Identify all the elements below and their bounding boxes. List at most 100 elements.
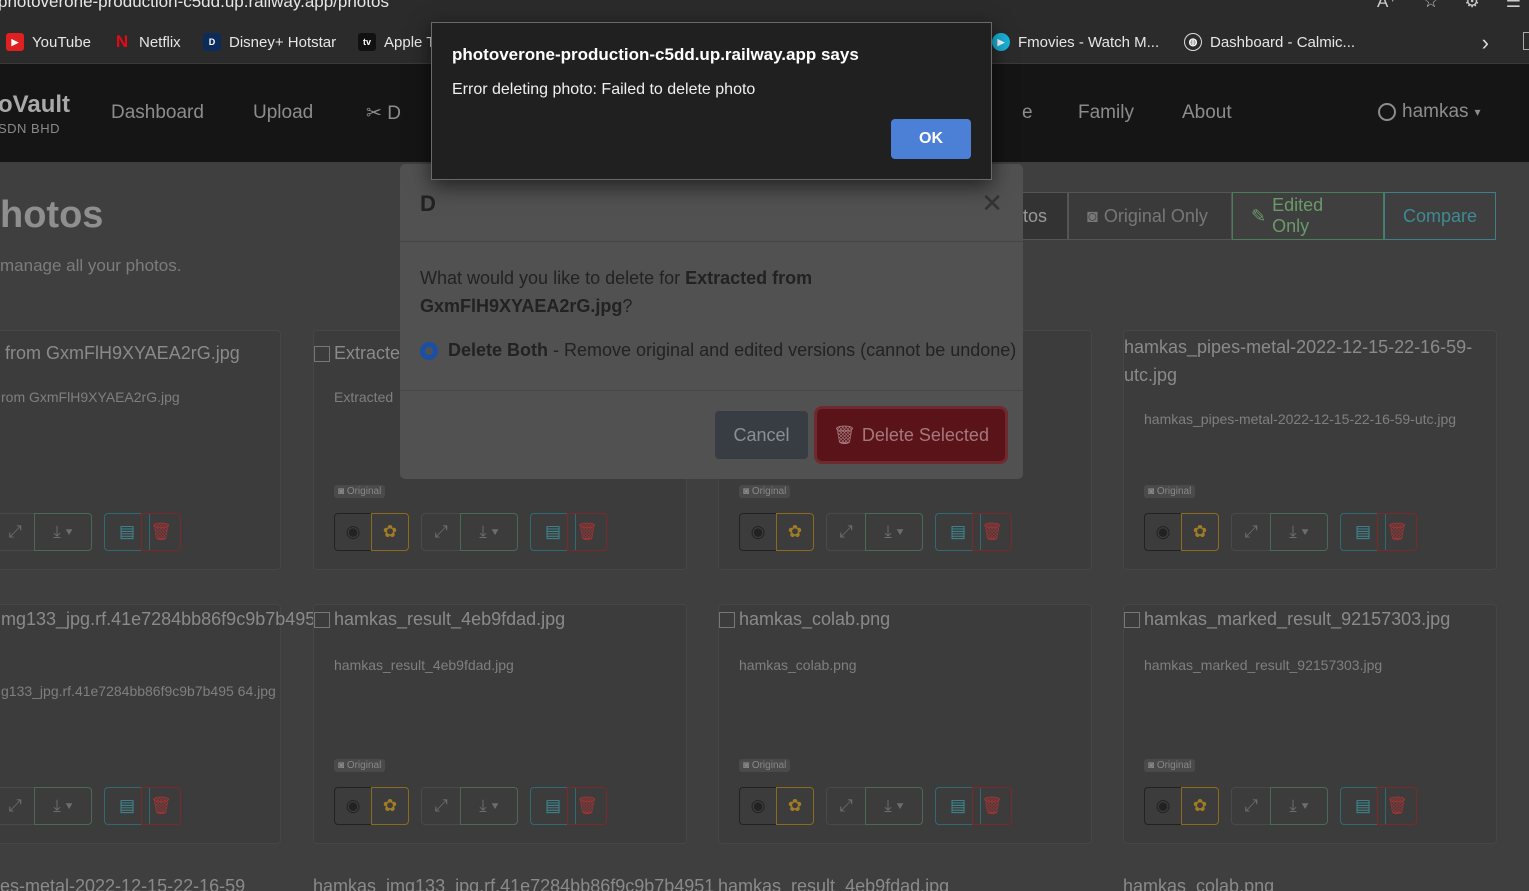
ok-button[interactable]: OK (891, 119, 971, 159)
modal-footer: Cancel 🗑 Delete Selected (400, 390, 1023, 479)
download-button[interactable]: ⤓ ▾ (34, 787, 92, 825)
nav-editor[interactable]: ✂ D (366, 102, 401, 125)
view-button[interactable]: ◉ (1144, 787, 1182, 825)
bookmark-dashboard[interactable]: ◍ Dashboard - Calmic... (1184, 33, 1355, 51)
address-bar[interactable]: photoverone-production-c5dd.up.railway.a… (0, 0, 1529, 22)
expand-button[interactable]: ⤢ (1231, 513, 1271, 551)
photo-filename: hamkas_colab.png (739, 657, 857, 673)
brand-logo[interactable]: oVault (0, 91, 70, 119)
view-button[interactable]: ◉ (739, 787, 777, 825)
delete-button[interactable]: 🗑 (972, 787, 1012, 825)
modal-question: What would you like to delete for Extrac… (420, 264, 1000, 320)
bookmark-youtube[interactable]: ▶ YouTube (6, 33, 91, 51)
delete-button[interactable]: 🗑 (972, 513, 1012, 551)
filter-original-only[interactable]: ◙ Original Only (1068, 192, 1232, 240)
nav-family[interactable]: Family (1078, 102, 1134, 124)
download-button[interactable]: ⤓ ▾ (34, 513, 92, 551)
bookmark-label: Apple T (384, 33, 436, 51)
photo-card: hamkas_marked_result_92157303.jpg hamkas… (1123, 604, 1497, 844)
alert-message: Error deleting photo: Failed to delete p… (452, 81, 756, 98)
other-favorites-icon[interactable] (1523, 32, 1529, 50)
eye-icon: ◉ (750, 522, 766, 541)
download-icon: ⤓ ▾ (884, 522, 904, 541)
color-palette-button[interactable]: ✿ (776, 787, 814, 825)
download-button[interactable]: ⤓ ▾ (865, 787, 923, 825)
camera-icon: ◙ (743, 486, 752, 497)
delete-button[interactable]: 🗑 (567, 513, 607, 551)
filter-group: tos ◙ Original Only ✎ Edited Only Compare (1010, 192, 1496, 240)
bookmark-label: Dashboard - Calmic... (1210, 33, 1356, 51)
chevron-right-icon[interactable]: › (1482, 30, 1489, 56)
expand-button[interactable]: ⤢ (421, 787, 461, 825)
expand-button[interactable]: ⤢ (421, 513, 461, 551)
photo-alt-text: hamkas_colab.png (719, 609, 890, 630)
expand-button[interactable]: ⤢ (826, 513, 866, 551)
view-button[interactable]: ◉ (739, 513, 777, 551)
filter-compare[interactable]: Compare (1384, 192, 1496, 240)
trash-icon: 🗑 (1386, 522, 1408, 541)
expand-button[interactable]: ⤢ (0, 513, 35, 551)
cancel-button[interactable]: Cancel (715, 411, 808, 459)
bookmark-label: YouTube (32, 33, 91, 51)
download-button[interactable]: ⤓ ▾ (1270, 787, 1328, 825)
download-button[interactable]: ⤓ ▾ (1270, 513, 1328, 551)
comment-icon: ▤ (544, 522, 562, 541)
broken-image-icon (314, 611, 330, 628)
eye-icon: ◉ (750, 796, 766, 815)
delete-button[interactable]: 🗑 (567, 787, 607, 825)
download-icon: ⤓ ▾ (479, 796, 499, 815)
download-button[interactable]: ⤓ ▾ (460, 787, 518, 825)
nav-about[interactable]: About (1182, 102, 1232, 124)
bookmark-fmovies[interactable]: ▶ Fmovies - Watch M... (992, 33, 1159, 51)
delete-button[interactable]: 🗑 (1377, 787, 1417, 825)
expand-button[interactable]: ⤢ (0, 787, 35, 825)
apple-tv-icon: tv (358, 33, 376, 51)
delete-both-option[interactable]: Delete Both - Remove original and edited… (420, 340, 1016, 361)
nav-dashboard[interactable]: Dashboard (111, 102, 204, 124)
delete-button[interactable]: 🗑 (141, 513, 181, 551)
radio-selected-icon[interactable] (420, 341, 438, 360)
palette-icon: ✿ (382, 796, 398, 815)
delete-button[interactable]: 🗑 (141, 787, 181, 825)
close-icon[interactable]: ✕ (981, 188, 1003, 219)
delete-button[interactable]: 🗑 (1377, 513, 1417, 551)
extensions-icon[interactable]: ⚙ (1465, 0, 1480, 12)
delete-modal: D ✕ What would you like to delete for Ex… (400, 164, 1023, 479)
color-palette-button[interactable]: ✿ (776, 513, 814, 551)
favorite-star-icon[interactable]: ☆ (1423, 0, 1438, 12)
color-palette-button[interactable]: ✿ (1181, 513, 1219, 551)
photo-filename: hamkas_pipes-metal-2022-12-15-22-16-59-u… (1144, 411, 1457, 427)
modal-title: D (420, 191, 436, 216)
comment-icon: ▤ (949, 796, 967, 815)
download-button[interactable]: ⤓ ▾ (865, 513, 923, 551)
bookmark-hotstar[interactable]: D Disney+ Hotstar (203, 33, 336, 51)
camera-icon: ◙ (1148, 486, 1157, 497)
camera-icon: ◙ (743, 760, 752, 771)
original-badge: ◙ Original (334, 759, 386, 772)
url-text[interactable]: photoverone-production-c5dd.up.railway.a… (0, 0, 389, 12)
color-palette-button[interactable]: ✿ (371, 787, 409, 825)
view-button[interactable]: ◉ (1144, 513, 1182, 551)
bookmark-netflix[interactable]: N Netflix (113, 32, 181, 51)
expand-button[interactable]: ⤢ (826, 787, 866, 825)
photo-alt-text: hamkas_result_4eb9fdad.jpg (718, 876, 950, 891)
download-button[interactable]: ⤓ ▾ (460, 513, 518, 551)
nav-editor-label: D (387, 103, 401, 124)
bookmark-label: Netflix (139, 33, 181, 51)
favorites-list-icon[interactable]: ☰ (1506, 0, 1521, 12)
color-palette-button[interactable]: ✿ (371, 513, 409, 551)
photo-card: hamkas_pipes-metal-2022-12-15-22-16-59-u… (1123, 330, 1497, 570)
expand-button[interactable]: ⤢ (1231, 787, 1271, 825)
view-button[interactable]: ◉ (334, 787, 372, 825)
eye-icon: ◉ (345, 522, 361, 541)
nav-upload[interactable]: Upload (253, 102, 313, 124)
bookmark-apple-tv[interactable]: tv Apple T (358, 33, 435, 51)
read-aloud-icon[interactable]: A⁺ (1377, 0, 1397, 12)
filter-edited-only[interactable]: ✎ Edited Only (1232, 192, 1384, 240)
color-palette-button[interactable]: ✿ (1181, 787, 1219, 825)
nav-hidden-item[interactable]: e (1022, 102, 1033, 124)
delete-selected-button[interactable]: 🗑 Delete Selected (817, 409, 1005, 461)
eye-icon: ◉ (345, 796, 361, 815)
view-button[interactable]: ◉ (334, 513, 372, 551)
user-menu[interactable]: hamkas ▾ (1378, 101, 1481, 123)
